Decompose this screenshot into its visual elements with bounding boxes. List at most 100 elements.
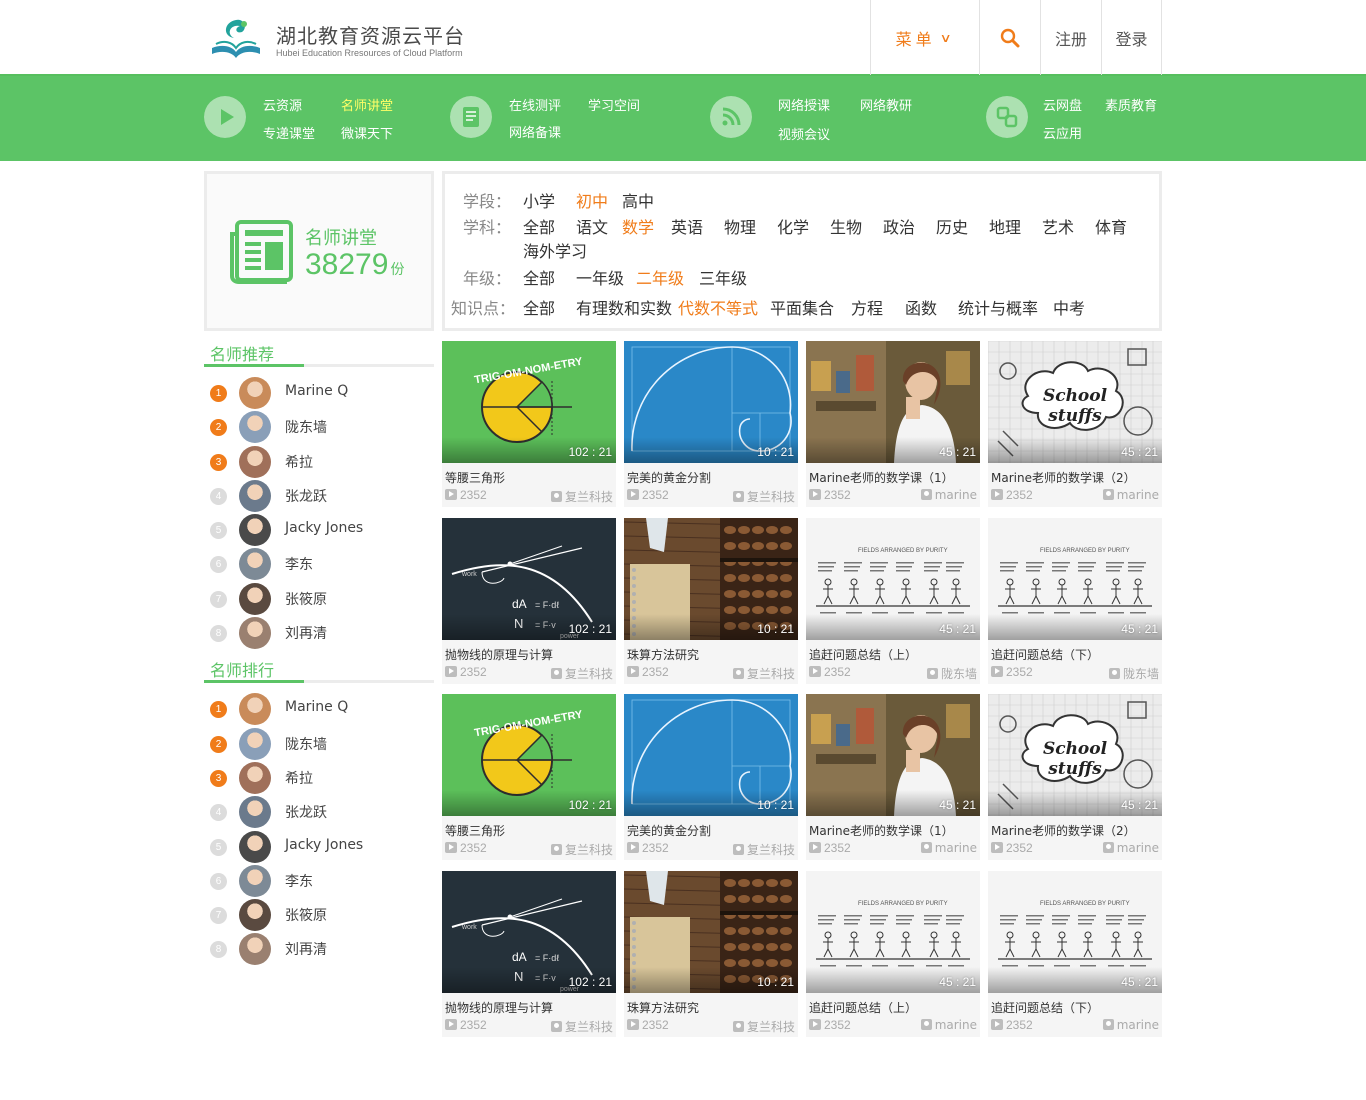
teacher-name[interactable]: 陇东墙 <box>285 734 327 754</box>
video-thumbnail[interactable]: 45 : 21 <box>806 341 980 463</box>
avatar[interactable] <box>239 727 271 760</box>
video-thumbnail[interactable]: 45 : 21 <box>806 694 980 816</box>
teacher-name[interactable]: 张筱原 <box>285 905 327 925</box>
filter-option-subject[interactable]: 地理 <box>989 214 1021 238</box>
video-author[interactable]: marine <box>920 1018 977 1032</box>
video-author[interactable]: 复兰科技 <box>732 1018 795 1035</box>
teacher-item[interactable]: 5 Jacky Jones <box>204 829 434 863</box>
teacher-name[interactable]: 李东 <box>285 871 313 891</box>
video-title[interactable]: 珠算方法研究 <box>627 999 699 1016</box>
teacher-name[interactable]: 张筱原 <box>285 589 327 609</box>
video-author[interactable]: 复兰科技 <box>732 665 795 682</box>
avatar[interactable] <box>239 514 271 547</box>
nav-link-cloud-disk[interactable]: 云网盘 <box>1043 95 1082 114</box>
video-author[interactable]: marine <box>920 488 977 502</box>
nav-link-online-teaching[interactable]: 网络授课 <box>778 95 830 114</box>
video-title[interactable]: 等腰三角形 <box>445 822 505 839</box>
video-author[interactable]: marine <box>1102 1018 1159 1032</box>
avatar[interactable] <box>239 479 271 512</box>
teacher-name[interactable]: Marine Q <box>285 699 348 715</box>
teacher-name[interactable]: Jacky Jones <box>285 520 363 536</box>
video-card[interactable]: work dA N = F·dℓ = F·v power 102 : 21 抛物… <box>442 517 616 684</box>
video-author[interactable]: 复兰科技 <box>550 665 613 682</box>
filter-option-topic[interactable]: 方程 <box>851 295 883 319</box>
teacher-item[interactable]: 7 张筱原 <box>204 581 434 615</box>
teacher-name[interactable]: 李东 <box>285 554 313 574</box>
teacher-item[interactable]: 4 张龙跃 <box>204 478 434 512</box>
avatar[interactable] <box>239 899 271 932</box>
video-author[interactable]: marine <box>1102 841 1159 855</box>
filter-option-topic[interactable]: 函数 <box>905 295 937 319</box>
nav-link-quality-education[interactable]: 素质教育 <box>1105 95 1157 114</box>
teacher-item[interactable]: 6 李东 <box>204 546 434 581</box>
video-thumbnail[interactable]: FIELDS ARRANGED BY PURITY 45 : 21 <box>806 870 980 993</box>
teacher-item[interactable]: 8 刘再清 <box>204 615 434 650</box>
video-author[interactable]: 复兰科技 <box>550 841 613 858</box>
site-logo[interactable]: 湖北教育资源云平台 Hubei Education Rresources of … <box>208 14 468 64</box>
video-thumbnail[interactable]: TRIG-OM-NOM-ETRY 102 : 21 <box>442 694 616 816</box>
video-thumbnail[interactable]: 10 : 21 <box>624 341 798 463</box>
teacher-name[interactable]: 张龙跃 <box>285 486 327 506</box>
avatar[interactable] <box>239 830 271 863</box>
video-card[interactable]: work dA N = F·dℓ = F·v power 102 : 21 抛物… <box>442 870 616 1037</box>
filter-option-subject[interactable]: 全部 <box>523 214 555 238</box>
avatar[interactable] <box>239 693 271 726</box>
teacher-item[interactable]: 2 陇东墙 <box>204 726 434 760</box>
video-card[interactable]: 45 : 21 Marine老师的数学课（1） 2352 marine <box>806 341 980 507</box>
video-title[interactable]: Marine老师的数学课（1） <box>809 822 954 839</box>
video-title[interactable]: Marine老师的数学课（1） <box>809 469 954 486</box>
video-title[interactable]: 珠算方法研究 <box>627 646 699 663</box>
teacher-name[interactable]: 希拉 <box>285 452 313 472</box>
nav-link-video-conference[interactable]: 视频会议 <box>778 124 830 143</box>
filter-option-grade[interactable]: 全部 <box>523 265 555 289</box>
teacher-name[interactable]: 陇东墙 <box>285 417 327 437</box>
video-author[interactable]: 复兰科技 <box>550 488 613 505</box>
teacher-item[interactable]: 7 张筱原 <box>204 897 434 932</box>
video-author[interactable]: 复兰科技 <box>732 488 795 505</box>
avatar[interactable] <box>239 617 271 650</box>
video-title[interactable]: 完美的黄金分割 <box>627 469 711 486</box>
filter-option-topic[interactable]: 平面集合 <box>770 295 834 319</box>
video-card[interactable]: 45 : 21 Marine老师的数学课（1） 2352 marine <box>806 694 980 860</box>
avatar[interactable] <box>239 864 271 897</box>
filter-option-stage[interactable]: 小学 <box>523 188 555 212</box>
teacher-item[interactable]: 3 希拉 <box>204 760 434 794</box>
video-thumbnail[interactable]: School stuffs 45 : 21 <box>988 694 1162 816</box>
filter-option-grade[interactable]: 二年级 <box>636 265 684 289</box>
nav-link-dedicated-class[interactable]: 专递课堂 <box>263 123 315 142</box>
video-author[interactable]: marine <box>1102 488 1159 502</box>
filter-option-topic[interactable]: 全部 <box>523 295 555 319</box>
video-thumbnail[interactable]: 10 : 21 <box>624 870 798 993</box>
nav-link-online-assessment[interactable]: 在线测评 <box>509 95 561 114</box>
video-author[interactable]: marine <box>920 841 977 855</box>
video-thumbnail[interactable]: 10 : 21 <box>624 517 798 640</box>
video-card[interactable]: 10 : 21 完美的黄金分割 2352 复兰科技 <box>624 694 798 860</box>
filter-option-topic[interactable]: 中考 <box>1053 295 1085 319</box>
video-card[interactable]: TRIG-OM-NOM-ETRY 102 : 21 等腰三角形 2352 复兰科… <box>442 694 616 860</box>
filter-option-subject[interactable]: 政治 <box>883 214 915 238</box>
teacher-item[interactable]: 8 刘再清 <box>204 931 434 966</box>
video-title[interactable]: 追赶问题总结（上） <box>809 999 917 1016</box>
teacher-name[interactable]: Jacky Jones <box>285 837 363 853</box>
filter-option-grade[interactable]: 三年级 <box>699 265 747 289</box>
video-thumbnail[interactable]: FIELDS ARRANGED BY PURITY 45 : 21 <box>988 517 1162 640</box>
filter-option-topic[interactable]: 代数不等式 <box>678 295 758 319</box>
video-title[interactable]: 抛物线的原理与计算 <box>445 999 553 1016</box>
avatar[interactable] <box>239 761 271 794</box>
video-thumbnail[interactable]: FIELDS ARRANGED BY PURITY 45 : 21 <box>988 870 1162 993</box>
avatar[interactable] <box>239 933 271 966</box>
filter-option-stage[interactable]: 初中 <box>576 188 608 212</box>
register-button[interactable]: 注册 <box>1040 0 1101 75</box>
filter-option-subject[interactable]: 体育 <box>1095 214 1127 238</box>
teacher-item[interactable]: 4 张龙跃 <box>204 794 434 829</box>
video-card[interactable]: 10 : 21 珠算方法研究 2352 复兰科技 <box>624 517 798 684</box>
video-thumbnail[interactable]: TRIG-OM-NOM-ETRY 102 : 21 <box>442 341 616 463</box>
video-title[interactable]: 追赶问题总结（下） <box>991 646 1099 663</box>
video-card[interactable]: 10 : 21 完美的黄金分割 2352 复兰科技 <box>624 341 798 507</box>
teacher-name[interactable]: 希拉 <box>285 768 313 788</box>
filter-option-subject[interactable]: 海外学习 <box>523 238 587 262</box>
filter-option-subject[interactable]: 物理 <box>724 214 756 238</box>
video-thumbnail[interactable]: work dA N = F·dℓ = F·v power 102 : 21 <box>442 870 616 993</box>
video-card[interactable]: FIELDS ARRANGED BY PURITY 45 : 21 追赶问题总结… <box>988 870 1162 1037</box>
filter-option-subject[interactable]: 化学 <box>777 214 809 238</box>
